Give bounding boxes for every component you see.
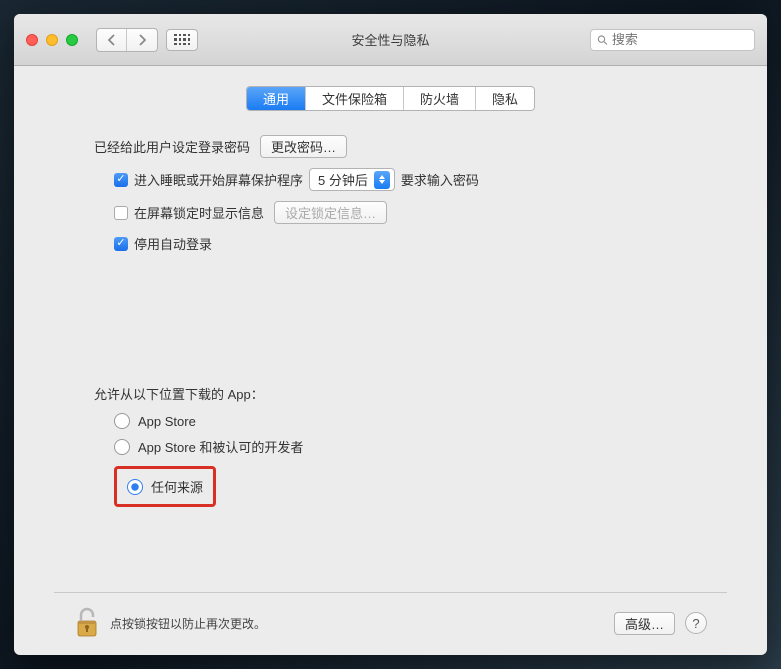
lock-description: 点按锁按钮以防止再次更改。 <box>110 615 266 632</box>
zoom-button[interactable] <box>66 34 78 46</box>
nav-buttons <box>96 28 158 52</box>
tabs: 通用 文件保险箱 防火墙 隐私 <box>54 86 727 111</box>
disable-autologin-checkbox[interactable]: ✓ <box>114 237 128 251</box>
download-section-label: 允许从以下位置下载的 App： <box>94 384 687 403</box>
highlight-box: 任何来源 <box>114 466 216 507</box>
radio-anywhere[interactable] <box>127 479 143 495</box>
advanced-button[interactable]: 高级… <box>614 612 675 635</box>
preferences-window: 安全性与隐私 通用 文件保险箱 防火墙 隐私 已经给此用户设定登录密码 更改密码… <box>14 14 767 655</box>
tab-group: 通用 文件保险箱 防火墙 隐私 <box>246 86 535 111</box>
show-all-button[interactable] <box>166 29 198 51</box>
lock-message-checkbox[interactable] <box>114 206 128 220</box>
sleep-label-after: 要求输入密码 <box>401 170 479 189</box>
radio-anywhere-label: 任何来源 <box>151 477 203 496</box>
change-password-button[interactable]: 更改密码… <box>260 135 347 158</box>
radio-app-store-label: App Store <box>138 414 196 429</box>
lock-icon[interactable] <box>74 607 100 639</box>
sleep-label-before: 进入睡眠或开始屏幕保护程序 <box>134 170 303 189</box>
sleep-require-password-checkbox[interactable]: ✓ <box>114 173 128 187</box>
radio-identified-developers-label: App Store 和被认可的开发者 <box>138 437 303 456</box>
disable-autologin-label: 停用自动登录 <box>134 234 212 253</box>
download-section: 允许从以下位置下载的 App： App Store App Store 和被认可… <box>54 384 727 507</box>
download-radio-group: App Store App Store 和被认可的开发者 任何来源 <box>94 413 687 507</box>
checkmark-icon: ✓ <box>116 238 125 249</box>
login-section: 已经给此用户设定登录密码 更改密码… ✓ 进入睡眠或开始屏幕保护程序 5 分钟后… <box>54 135 727 263</box>
search-box[interactable] <box>590 29 755 51</box>
search-input[interactable] <box>612 32 748 47</box>
grid-icon <box>174 34 190 46</box>
sleep-delay-value: 5 分钟后 <box>318 170 368 189</box>
footer: 点按锁按钮以防止再次更改。 高级… ? <box>54 592 727 655</box>
tab-firewall[interactable]: 防火墙 <box>404 87 476 110</box>
titlebar: 安全性与隐私 <box>14 14 767 66</box>
window-title: 安全性与隐私 <box>351 30 429 49</box>
set-password-label: 已经给此用户设定登录密码 <box>94 137 250 156</box>
tab-general[interactable]: 通用 <box>247 87 306 110</box>
radio-app-store[interactable] <box>114 413 130 429</box>
set-lock-message-button[interactable]: 设定锁定信息… <box>274 201 387 224</box>
help-button[interactable]: ? <box>685 612 707 634</box>
forward-button[interactable] <box>127 29 157 51</box>
traffic-lights <box>26 34 78 46</box>
sleep-delay-select[interactable]: 5 分钟后 <box>309 168 395 191</box>
close-button[interactable] <box>26 34 38 46</box>
checkmark-icon: ✓ <box>116 174 125 185</box>
radio-identified-developers[interactable] <box>114 439 130 455</box>
lock-message-label: 在屏幕锁定时显示信息 <box>134 203 264 222</box>
select-arrows-icon <box>374 171 390 189</box>
tab-filevault[interactable]: 文件保险箱 <box>306 87 404 110</box>
tab-privacy[interactable]: 隐私 <box>476 87 534 110</box>
minimize-button[interactable] <box>46 34 58 46</box>
content-area: 通用 文件保险箱 防火墙 隐私 已经给此用户设定登录密码 更改密码… ✓ 进入睡… <box>14 66 767 655</box>
search-icon <box>597 34 608 46</box>
back-button[interactable] <box>97 29 127 51</box>
